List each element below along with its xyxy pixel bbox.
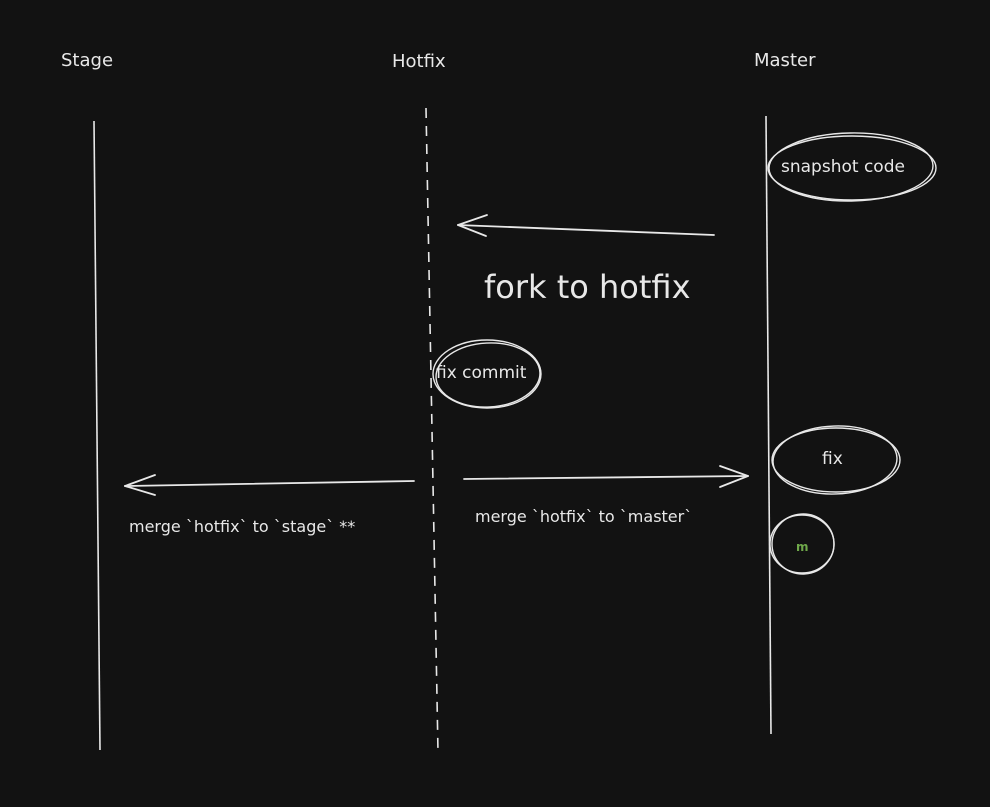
diagram-svg <box>93 107 937 753</box>
merge-to-master-label: merge `hotfix` to `master` <box>475 507 693 526</box>
fork-arrow <box>457 214 715 237</box>
master-lane-title: Master <box>754 50 816 71</box>
stage-lane-title: Stage <box>61 50 114 71</box>
hotfix-lane-title: Hotfix <box>392 51 446 72</box>
stage-lane-line <box>93 120 101 751</box>
merge-to-stage-label: merge `hotfix` to `stage` ** <box>129 517 356 536</box>
fork-to-hotfix-label: fork to hotfix <box>484 268 691 306</box>
merge-stage-arrow <box>124 474 415 496</box>
fix-label: fix <box>822 449 843 469</box>
fix-commit-label: fix commit <box>436 363 527 383</box>
diagram-canvas: Stage Hotfix Master snapshot code fix co… <box>0 0 990 807</box>
master-lane-line <box>765 115 772 735</box>
merge-master-arrow <box>463 465 749 488</box>
snapshot-code-label: snapshot code <box>781 157 905 177</box>
m-label: m <box>796 540 809 554</box>
hotfix-lane-line <box>425 107 439 753</box>
